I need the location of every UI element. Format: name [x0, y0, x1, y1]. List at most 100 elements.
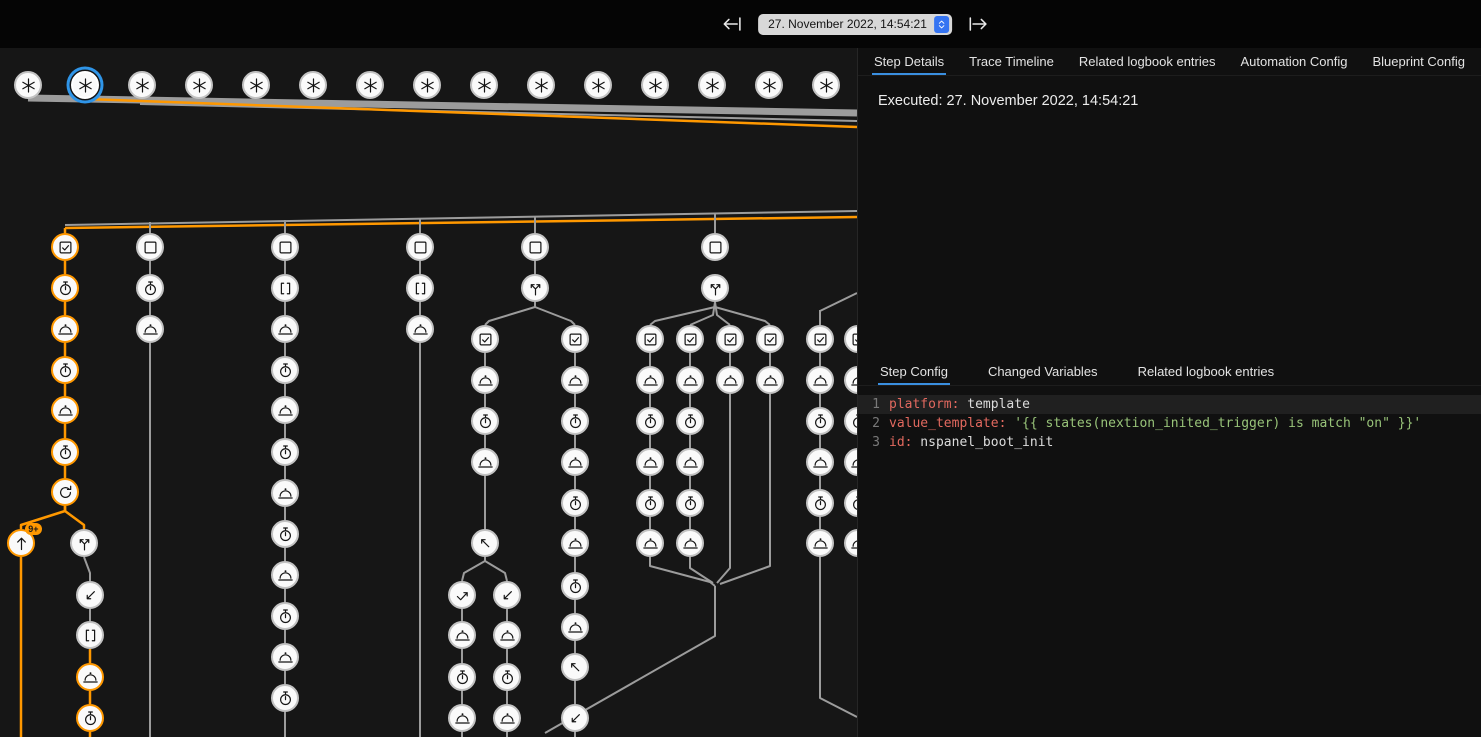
trace-node-timer[interactable] — [51, 356, 79, 384]
trace-node-service[interactable] — [51, 315, 79, 343]
trace-node-timer[interactable] — [636, 407, 664, 435]
trace-node-checkbox-marked[interactable] — [471, 325, 499, 353]
previous-run-button[interactable] — [719, 11, 745, 37]
trace-node-timer[interactable] — [448, 663, 476, 691]
code-line[interactable]: 3id: nspanel_boot_init — [858, 433, 1481, 452]
trace-node-checkbox-blank[interactable] — [406, 233, 434, 261]
trace-node-trigger[interactable] — [470, 71, 498, 99]
trace-node-service[interactable] — [406, 315, 434, 343]
trace-node-timer[interactable] — [271, 684, 299, 712]
trace-node-timer[interactable] — [676, 489, 704, 517]
trace-node-arrow-up[interactable]: 9+ — [7, 529, 35, 557]
trace-node-service[interactable] — [271, 643, 299, 671]
trace-node-checkbox-marked[interactable] — [716, 325, 744, 353]
trace-node-arrow-bottom-left[interactable] — [561, 704, 589, 732]
trace-node-timer[interactable] — [271, 520, 299, 548]
trace-node-checkbox-marked[interactable] — [636, 325, 664, 353]
trace-node-service[interactable] — [716, 366, 744, 394]
trace-node-service[interactable] — [51, 396, 79, 424]
trace-node-checkbox-marked[interactable] — [561, 325, 589, 353]
trace-node-trigger[interactable] — [356, 71, 384, 99]
trace-node-trigger[interactable] — [641, 71, 669, 99]
trace-node-checkbox-blank[interactable] — [701, 233, 729, 261]
code-line[interactable]: 1platform: template — [858, 395, 1481, 414]
trace-node-service[interactable] — [493, 621, 521, 649]
trace-node-service[interactable] — [471, 448, 499, 476]
trace-node-service[interactable] — [448, 704, 476, 732]
trace-node-timer[interactable] — [636, 489, 664, 517]
trace-node-arrow-bottom-left[interactable] — [493, 581, 521, 609]
trace-node-checkbox-blank[interactable] — [136, 233, 164, 261]
trace-node-service[interactable] — [271, 315, 299, 343]
trace-node-service[interactable] — [561, 448, 589, 476]
tab-trace-timeline[interactable]: Trace Timeline — [967, 48, 1056, 75]
trace-node-brackets[interactable] — [406, 274, 434, 302]
trace-node-timer[interactable] — [806, 489, 834, 517]
trace-node-checkbox-blank[interactable] — [271, 233, 299, 261]
trace-node-brackets[interactable] — [271, 274, 299, 302]
tab-related-logbook-entries[interactable]: Related logbook entries — [1136, 358, 1277, 385]
trace-node-trigger[interactable] — [698, 71, 726, 99]
trace-node-service[interactable] — [448, 621, 476, 649]
code-line[interactable]: 2value_template: '{{ states(nextion_init… — [858, 414, 1481, 433]
trace-node-timer[interactable] — [806, 407, 834, 435]
trace-node-trigger[interactable] — [584, 71, 612, 99]
trace-node-trigger[interactable] — [299, 71, 327, 99]
trace-node-trigger[interactable] — [185, 71, 213, 99]
trace-node-checkbox-blank[interactable] — [521, 233, 549, 261]
trace-node-service[interactable] — [756, 366, 784, 394]
trace-node-trigger[interactable] — [71, 71, 99, 99]
trace-node-service[interactable] — [676, 448, 704, 476]
trace-node-trigger[interactable] — [14, 71, 42, 99]
tab-blueprint-config[interactable]: Blueprint Config — [1370, 48, 1467, 75]
trace-node-trigger[interactable] — [128, 71, 156, 99]
trace-node-trigger[interactable] — [242, 71, 270, 99]
trace-node-arrow-up-left[interactable] — [471, 529, 499, 557]
trace-node-call-split[interactable] — [521, 274, 549, 302]
trace-node-service[interactable] — [561, 366, 589, 394]
trace-node-timer[interactable] — [471, 407, 499, 435]
trace-node-timer[interactable] — [561, 572, 589, 600]
trace-node-service[interactable] — [561, 529, 589, 557]
trace-graph-panel[interactable]: 9+ — [0, 0, 857, 737]
trace-node-arrow-bottom-left[interactable] — [76, 581, 104, 609]
trace-node-brackets[interactable] — [76, 621, 104, 649]
trace-node-timer[interactable] — [271, 438, 299, 466]
tab-related-logbook-entries[interactable]: Related logbook entries — [1077, 48, 1218, 75]
trace-node-service[interactable] — [806, 366, 834, 394]
trace-node-service[interactable] — [636, 366, 664, 394]
trace-node-service[interactable] — [636, 529, 664, 557]
trace-node-call-split[interactable] — [701, 274, 729, 302]
trace-node-service[interactable] — [676, 366, 704, 394]
trace-node-call-split[interactable] — [70, 529, 98, 557]
tab-automation-config[interactable]: Automation Config — [1239, 48, 1350, 75]
trace-node-service[interactable] — [806, 448, 834, 476]
trace-node-trigger[interactable] — [413, 71, 441, 99]
next-run-button[interactable] — [965, 11, 991, 37]
trace-node-repeat[interactable] — [51, 478, 79, 506]
trace-node-service[interactable] — [76, 663, 104, 691]
trace-node-timer[interactable] — [271, 356, 299, 384]
trace-node-timer[interactable] — [51, 438, 79, 466]
code-editor[interactable]: 1platform: template2value_template: '{{ … — [858, 395, 1481, 452]
trace-node-timer[interactable] — [561, 489, 589, 517]
trace-node-trigger[interactable] — [755, 71, 783, 99]
tab-changed-variables[interactable]: Changed Variables — [986, 358, 1100, 385]
trace-node-timer[interactable] — [136, 274, 164, 302]
trace-node-checkbox-marked[interactable] — [676, 325, 704, 353]
trace-node-service[interactable] — [271, 479, 299, 507]
trace-node-check-arrow[interactable] — [448, 581, 476, 609]
trace-node-service[interactable] — [636, 448, 664, 476]
trace-node-timer[interactable] — [271, 602, 299, 630]
trace-node-service[interactable] — [271, 396, 299, 424]
trace-node-service[interactable] — [471, 366, 499, 394]
trace-node-timer[interactable] — [493, 663, 521, 691]
trace-node-timer[interactable] — [676, 407, 704, 435]
tab-step-config[interactable]: Step Config — [878, 358, 950, 385]
trace-node-trigger[interactable] — [527, 71, 555, 99]
trace-node-service[interactable] — [806, 529, 834, 557]
trace-node-checkbox-marked[interactable] — [756, 325, 784, 353]
trace-node-service[interactable] — [136, 315, 164, 343]
trace-node-service[interactable] — [561, 613, 589, 641]
trace-node-timer[interactable] — [76, 704, 104, 732]
